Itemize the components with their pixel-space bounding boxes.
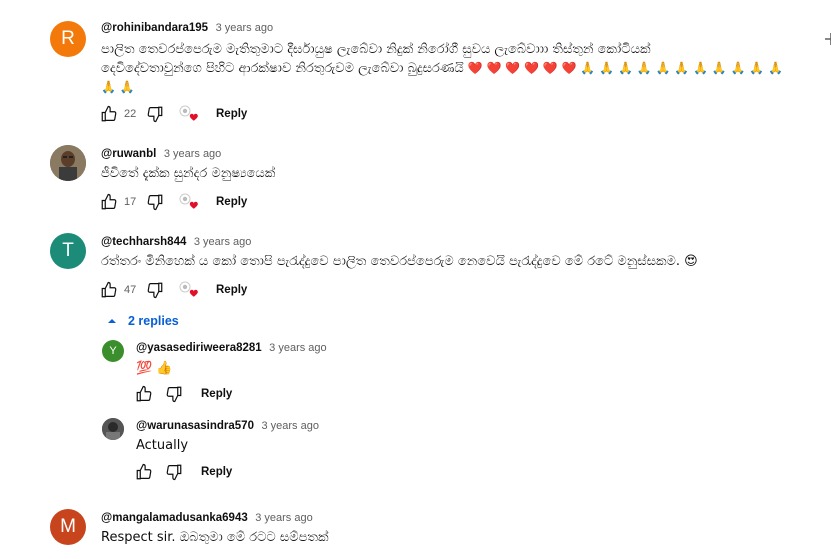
reply-text: Actually (136, 438, 189, 453)
comment-author[interactable]: @techharsh844 (101, 236, 186, 248)
avatar[interactable] (102, 418, 124, 440)
user-photo-icon (102, 418, 124, 440)
thumbs-up-icon[interactable] (100, 193, 118, 211)
reply-button[interactable]: Reply (216, 108, 247, 120)
reply-timestamp[interactable]: 3 years ago (261, 420, 318, 432)
creator-heart-icon (178, 193, 198, 211)
thumbs-up-icon[interactable] (100, 281, 118, 299)
comment-timestamp[interactable]: 3 years ago (194, 236, 251, 248)
user-photo-icon (50, 145, 86, 181)
thumbs-up-icon[interactable] (135, 385, 153, 403)
reply-button[interactable]: Reply (201, 388, 232, 400)
comment-timestamp[interactable]: 3 years ago (216, 22, 273, 34)
thumbs-up-icon[interactable] (135, 463, 153, 481)
avatar[interactable]: M (50, 509, 86, 545)
avatar[interactable]: R (50, 21, 86, 57)
comment-actions: 22 Reply (100, 104, 247, 124)
reply-actions: Reply (135, 462, 232, 482)
comment-author[interactable]: @rohinibandara195 (101, 22, 208, 34)
thumbs-down-icon[interactable] (146, 281, 164, 299)
reply-actions: Reply (135, 384, 232, 404)
comment-text: ජීවිතේ දැක්ක සුන්දර මනුෂ්‍යයෙක් (101, 166, 276, 181)
comment-timestamp[interactable]: 3 years ago (255, 512, 312, 524)
reply-timestamp[interactable]: 3 years ago (269, 342, 326, 354)
reply-text: 💯 👍 (136, 361, 173, 376)
like-count: 47 (124, 284, 137, 296)
comment-actions: 47 Reply (100, 280, 247, 300)
avatar[interactable]: Y (102, 340, 124, 362)
avatar[interactable] (50, 145, 86, 181)
thumbs-down-icon[interactable] (165, 463, 183, 481)
avatar[interactable]: T (50, 233, 86, 269)
thumbs-up-icon[interactable] (100, 105, 118, 123)
thumbs-down-icon[interactable] (146, 193, 164, 211)
thumbs-down-icon[interactable] (146, 105, 164, 123)
reply-author[interactable]: @warunasasindra570 (136, 420, 254, 432)
comment-actions: 17 Reply (100, 192, 247, 212)
reply-button[interactable]: Reply (201, 466, 232, 478)
comment-text: පාලිත තෙවරප්පෙරුම මැතිතුමාට දීර්ඝායුෂ ලැ… (101, 42, 783, 94)
reply-author[interactable]: @yasasediriweera8281 (136, 342, 262, 354)
add-icon[interactable] (823, 31, 831, 45)
reply-button[interactable]: Reply (216, 284, 247, 296)
comment-text: රත්තරං මිනිහෙක් ය කෝ තොපි පැරැද්දුවෙ පාල… (101, 254, 698, 269)
comment-author[interactable]: @ruwanbl (101, 148, 156, 160)
replies-toggle-button[interactable]: 2 replies (106, 314, 179, 328)
comment-timestamp[interactable]: 3 years ago (164, 148, 221, 160)
like-count: 17 (124, 196, 137, 208)
thumbs-down-icon[interactable] (165, 385, 183, 403)
comment-text: Respect sir. ඔබතුමා මේ රටට සම්පතක් (101, 530, 329, 545)
like-count: 22 (124, 108, 137, 120)
chevron-up-icon (108, 319, 116, 323)
reply-button[interactable]: Reply (216, 196, 247, 208)
comment-author[interactable]: @mangalamadusanka6943 (101, 512, 248, 524)
creator-heart-icon (178, 281, 198, 299)
creator-heart-icon (178, 105, 198, 123)
